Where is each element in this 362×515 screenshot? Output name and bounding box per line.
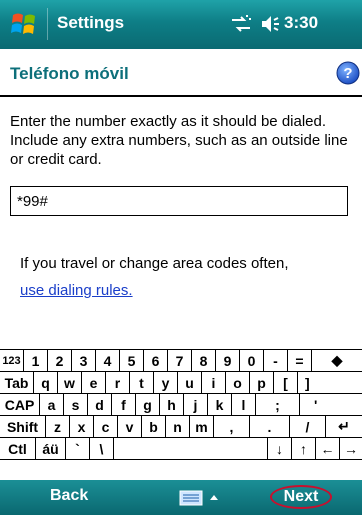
clock[interactable]: 3:30 xyxy=(284,13,318,33)
key-m[interactable]: m xyxy=(190,416,214,438)
key-equals[interactable]: = xyxy=(288,350,312,372)
windows-start-icon[interactable] xyxy=(10,11,40,37)
key-7[interactable]: 7 xyxy=(168,350,192,372)
key-5[interactable]: 5 xyxy=(120,350,144,372)
page-header: Teléfono móvil ? xyxy=(0,49,362,97)
key-y[interactable]: y xyxy=(154,372,178,394)
key-backslash[interactable]: \ xyxy=(90,438,114,460)
key-close-bracket[interactable]: ] xyxy=(298,372,362,394)
key-0[interactable]: 0 xyxy=(240,350,264,372)
key-l[interactable]: l xyxy=(232,394,256,416)
key-ctrl[interactable]: Ctl xyxy=(0,438,36,460)
dialing-rules-link[interactable]: use dialing rules. xyxy=(20,282,133,299)
key-r[interactable]: r xyxy=(106,372,130,394)
next-softkey[interactable]: Next xyxy=(270,485,332,509)
keyboard-row-2: Tab q w e r t y u i o p [ ] xyxy=(0,372,362,394)
soft-keyboard: 123 1 2 3 4 5 6 7 8 9 0 - = ◆ Tab q w e … xyxy=(0,349,362,480)
key-up-arrow[interactable]: ↑ xyxy=(292,438,316,460)
header-divider xyxy=(0,95,362,97)
key-minus[interactable]: - xyxy=(264,350,288,372)
instruction-text: Enter the number exactly as it should be… xyxy=(10,113,348,168)
key-e[interactable]: e xyxy=(82,372,106,394)
key-8[interactable]: 8 xyxy=(192,350,216,372)
key-q[interactable]: q xyxy=(34,372,58,394)
key-u[interactable]: u xyxy=(178,372,202,394)
app-title: Settings xyxy=(57,13,125,32)
key-d[interactable]: d xyxy=(88,394,112,416)
key-6[interactable]: 6 xyxy=(144,350,168,372)
connectivity-icon[interactable] xyxy=(230,14,252,34)
key-backspace[interactable]: ◆ xyxy=(312,350,362,372)
key-123[interactable]: 123 xyxy=(0,350,24,372)
softkey-bar: Back Next xyxy=(0,480,362,515)
key-j[interactable]: j xyxy=(184,394,208,416)
key-space[interactable] xyxy=(114,438,268,460)
key-t[interactable]: t xyxy=(130,372,154,394)
key-3[interactable]: 3 xyxy=(72,350,96,372)
key-slash[interactable]: / xyxy=(290,416,326,438)
svg-text:?: ? xyxy=(343,65,352,82)
key-right-arrow[interactable]: → xyxy=(340,438,362,460)
key-v[interactable]: v xyxy=(118,416,142,438)
key-1[interactable]: 1 xyxy=(24,350,48,372)
key-x[interactable]: x xyxy=(70,416,94,438)
key-semicolon[interactable]: ; xyxy=(256,394,300,416)
key-open-bracket[interactable]: [ xyxy=(274,372,298,394)
key-h[interactable]: h xyxy=(160,394,184,416)
key-caps[interactable]: CAP xyxy=(0,394,40,416)
volume-icon[interactable] xyxy=(258,14,280,34)
keyboard-row-5: Ctl áü ` \ ↓ ↑ ← → xyxy=(0,438,362,460)
key-f[interactable]: f xyxy=(112,394,136,416)
key-intl[interactable]: áü xyxy=(36,438,66,460)
key-n[interactable]: n xyxy=(166,416,190,438)
key-w[interactable]: w xyxy=(58,372,82,394)
key-z[interactable]: z xyxy=(46,416,70,438)
title-bar: Settings 3:30 xyxy=(0,0,362,49)
title-separator xyxy=(47,8,48,40)
back-softkey[interactable]: Back xyxy=(50,487,88,505)
key-a[interactable]: a xyxy=(40,394,64,416)
key-i[interactable]: i xyxy=(202,372,226,394)
key-tab[interactable]: Tab xyxy=(0,372,34,394)
key-p[interactable]: p xyxy=(250,372,274,394)
keyboard-row-3: CAP a s d f g h j k l ; ' xyxy=(0,394,362,416)
key-o[interactable]: o xyxy=(226,372,250,394)
key-down-arrow[interactable]: ↓ xyxy=(268,438,292,460)
key-s[interactable]: s xyxy=(64,394,88,416)
key-4[interactable]: 4 xyxy=(96,350,120,372)
help-icon[interactable]: ? xyxy=(336,61,360,85)
key-g[interactable]: g xyxy=(136,394,160,416)
phone-number-input[interactable] xyxy=(10,186,348,216)
key-c[interactable]: c xyxy=(94,416,118,438)
key-apostrophe[interactable]: ' xyxy=(300,394,362,416)
key-2[interactable]: 2 xyxy=(48,350,72,372)
key-comma[interactable]: , xyxy=(214,416,250,438)
key-period[interactable]: . xyxy=(250,416,290,438)
key-b[interactable]: b xyxy=(142,416,166,438)
key-k[interactable]: k xyxy=(208,394,232,416)
key-9[interactable]: 9 xyxy=(216,350,240,372)
keyboard-row-1: 123 1 2 3 4 5 6 7 8 9 0 - = ◆ xyxy=(0,350,362,372)
key-backtick[interactable]: ` xyxy=(66,438,90,460)
keyboard-row-4: Shift z x c v b n m , . / ↵ xyxy=(0,416,362,438)
keyboard-icon[interactable] xyxy=(178,489,224,507)
page-title: Teléfono móvil xyxy=(10,64,129,83)
key-enter[interactable]: ↵ xyxy=(326,416,362,438)
travel-hint-text: If you travel or change area codes often… xyxy=(20,255,289,272)
key-shift[interactable]: Shift xyxy=(0,416,46,438)
key-left-arrow[interactable]: ← xyxy=(316,438,340,460)
